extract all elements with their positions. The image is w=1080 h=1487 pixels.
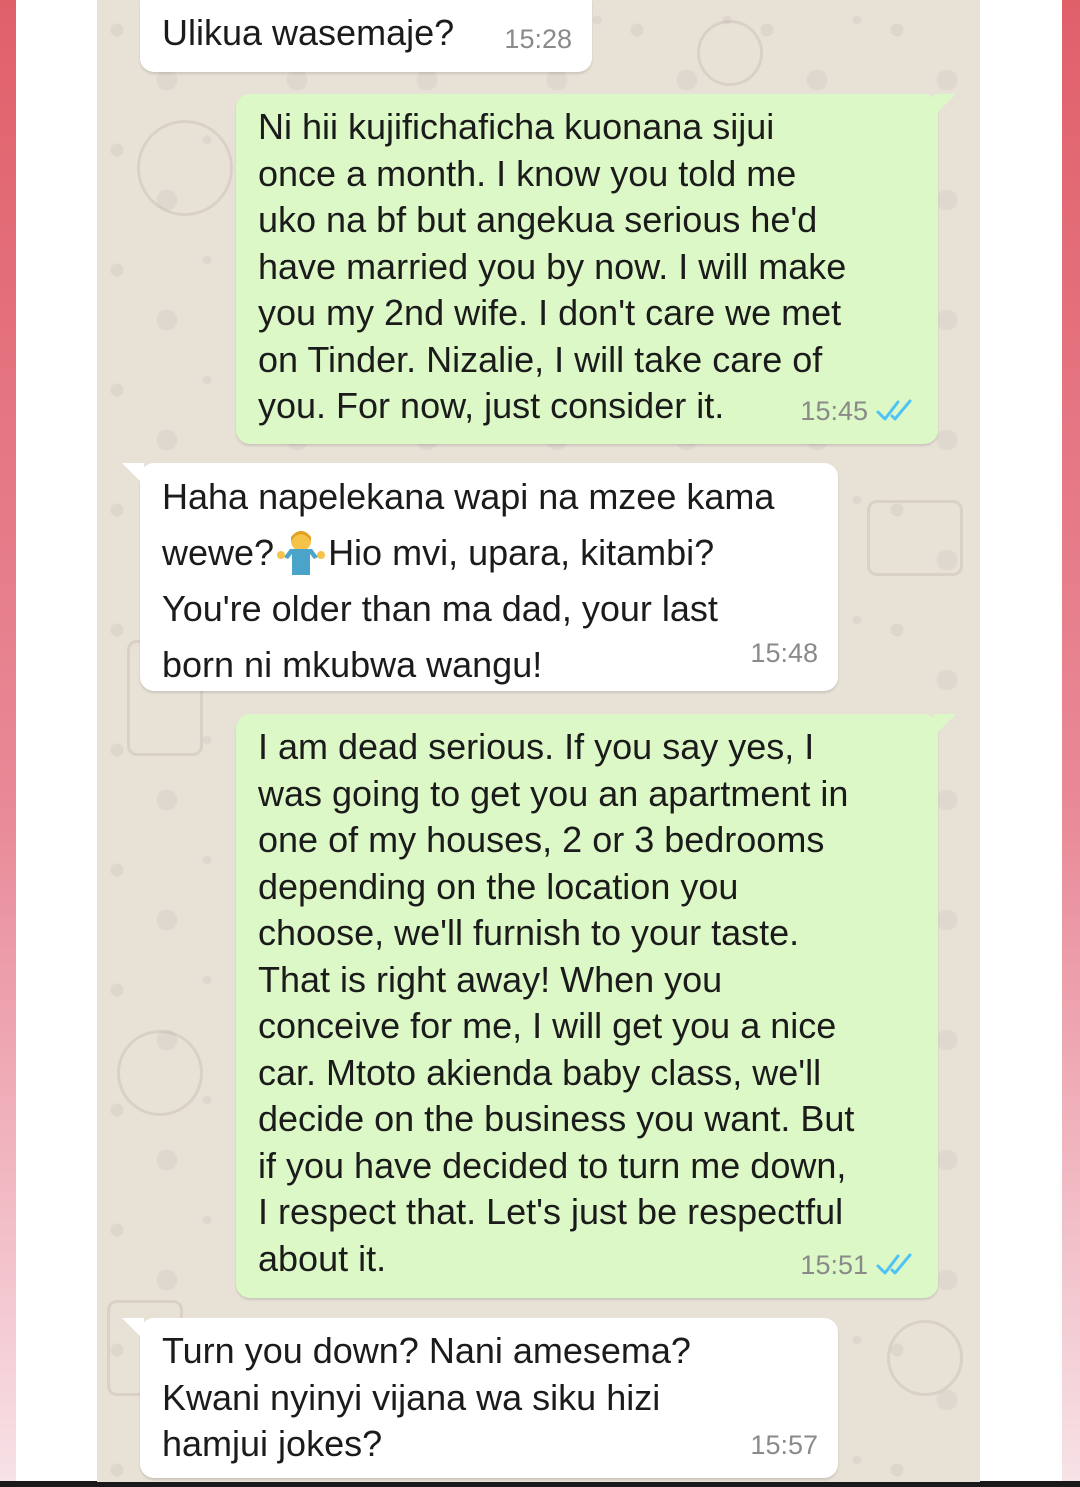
message-time: 15:51 [800,1249,868,1280]
message-text: Ni hii kujifichaficha kuonana sijui once… [258,106,847,426]
message-time: 15:48 [750,638,818,668]
bubble-tail [934,94,956,116]
message-outgoing[interactable]: Ni hii kujifichaficha kuonana sijui once… [236,94,956,444]
message-meta: 15:28 [504,16,572,63]
message-incoming[interactable]: Ulikua wasemaje? 15:28 [140,0,592,72]
message-incoming[interactable]: Turn you down? Nani amesema? Kwani nyiny… [122,1318,838,1478]
wallpaper-doodle [867,500,963,576]
bubble-tail [122,1318,144,1340]
message-meta: 15:51 [800,1242,918,1289]
bubble-tail [122,463,144,485]
message-time: 15:45 [800,395,868,426]
message-meta: 15:48 [750,625,818,681]
message-meta: 15:45 [800,388,918,435]
message-incoming[interactable]: Haha napelekana wapi na mzee kama wewe? … [122,463,838,691]
wallpaper-doodle [137,120,233,216]
wallpaper-doodle [117,1030,203,1116]
message-text: Turn you down? Nani amesema? Kwani nyiny… [162,1330,691,1464]
message-time: 15:28 [504,23,572,54]
message-text: Haha napelekana wapi na mzee kama wewe? … [162,476,774,685]
message-text: I am dead serious. If you say yes, I was… [258,726,855,1279]
wallpaper-doodle [697,20,763,86]
wallpaper-doodle [887,1320,963,1396]
message-outgoing[interactable]: I am dead serious. If you say yes, I was… [236,714,956,1298]
double-check-read-icon [876,399,912,421]
message-meta: 15:57 [750,1422,818,1469]
bubble-tail [934,714,956,736]
person-shrugging-emoji [277,531,326,575]
message-time: 15:57 [750,1429,818,1460]
double-check-read-icon [876,1253,912,1275]
